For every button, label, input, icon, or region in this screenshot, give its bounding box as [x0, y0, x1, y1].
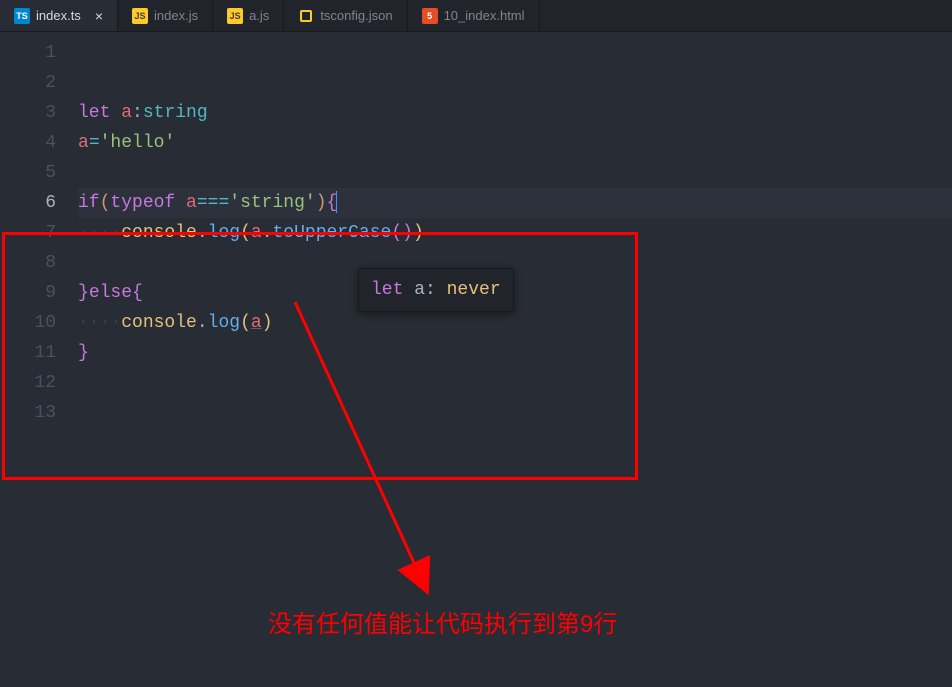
code-line: let a:string [78, 98, 952, 128]
tab-bar: TS index.ts × JS index.js JS a.js tsconf… [0, 0, 952, 32]
editor: 12345678910111213 let a:string a='hello'… [0, 32, 952, 687]
line-number: 5 [0, 158, 56, 188]
code-line-current: if(typeof a==='string'){ [78, 188, 952, 218]
tab-label: tsconfig.json [320, 8, 392, 23]
tab-label: index.ts [36, 8, 81, 23]
tab-index-js[interactable]: JS index.js [118, 0, 213, 31]
annotation-text: 没有任何值能让代码执行到第9行 [268, 604, 617, 639]
code-line [78, 158, 952, 188]
html-icon: 5 [422, 8, 438, 24]
tab-label: index.js [154, 8, 198, 23]
hover-tooltip: let a: never [358, 268, 514, 312]
code-line: }else{ [78, 278, 952, 308]
tab-index-ts[interactable]: TS index.ts × [0, 0, 118, 31]
code-line [78, 368, 952, 398]
line-gutter: 12345678910111213 [0, 32, 78, 687]
code-line [78, 38, 952, 68]
ts-icon: TS [14, 8, 30, 24]
line-number: 2 [0, 68, 56, 98]
tab-label: a.js [249, 8, 269, 23]
code-line [78, 248, 952, 278]
js-icon: JS [227, 8, 243, 24]
tab-label: 10_index.html [444, 8, 525, 23]
line-number: 6 [0, 188, 56, 218]
json-icon [298, 8, 314, 24]
tab-10-index-html[interactable]: 5 10_index.html [408, 0, 540, 31]
line-number: 1 [0, 38, 56, 68]
line-number: 3 [0, 98, 56, 128]
code-line [78, 68, 952, 98]
line-number: 9 [0, 278, 56, 308]
line-number: 7 [0, 218, 56, 248]
code-line [78, 398, 952, 428]
code-line: a='hello' [78, 128, 952, 158]
close-icon[interactable]: × [95, 9, 103, 23]
code-area[interactable]: let a:string a='hello' if(typeof a==='st… [78, 32, 952, 687]
line-number: 4 [0, 128, 56, 158]
code-line: ····console.log(a.toUpperCase()) [78, 218, 952, 248]
line-number: 11 [0, 338, 56, 368]
line-number: 12 [0, 368, 56, 398]
code-line: ····console.log(a) [78, 308, 952, 338]
line-number: 8 [0, 248, 56, 278]
tab-a-js[interactable]: JS a.js [213, 0, 284, 31]
line-number: 10 [0, 308, 56, 338]
code-line: } [78, 338, 952, 368]
js-icon: JS [132, 8, 148, 24]
text-cursor [336, 191, 337, 213]
line-number: 13 [0, 398, 56, 428]
tab-tsconfig[interactable]: tsconfig.json [284, 0, 407, 31]
